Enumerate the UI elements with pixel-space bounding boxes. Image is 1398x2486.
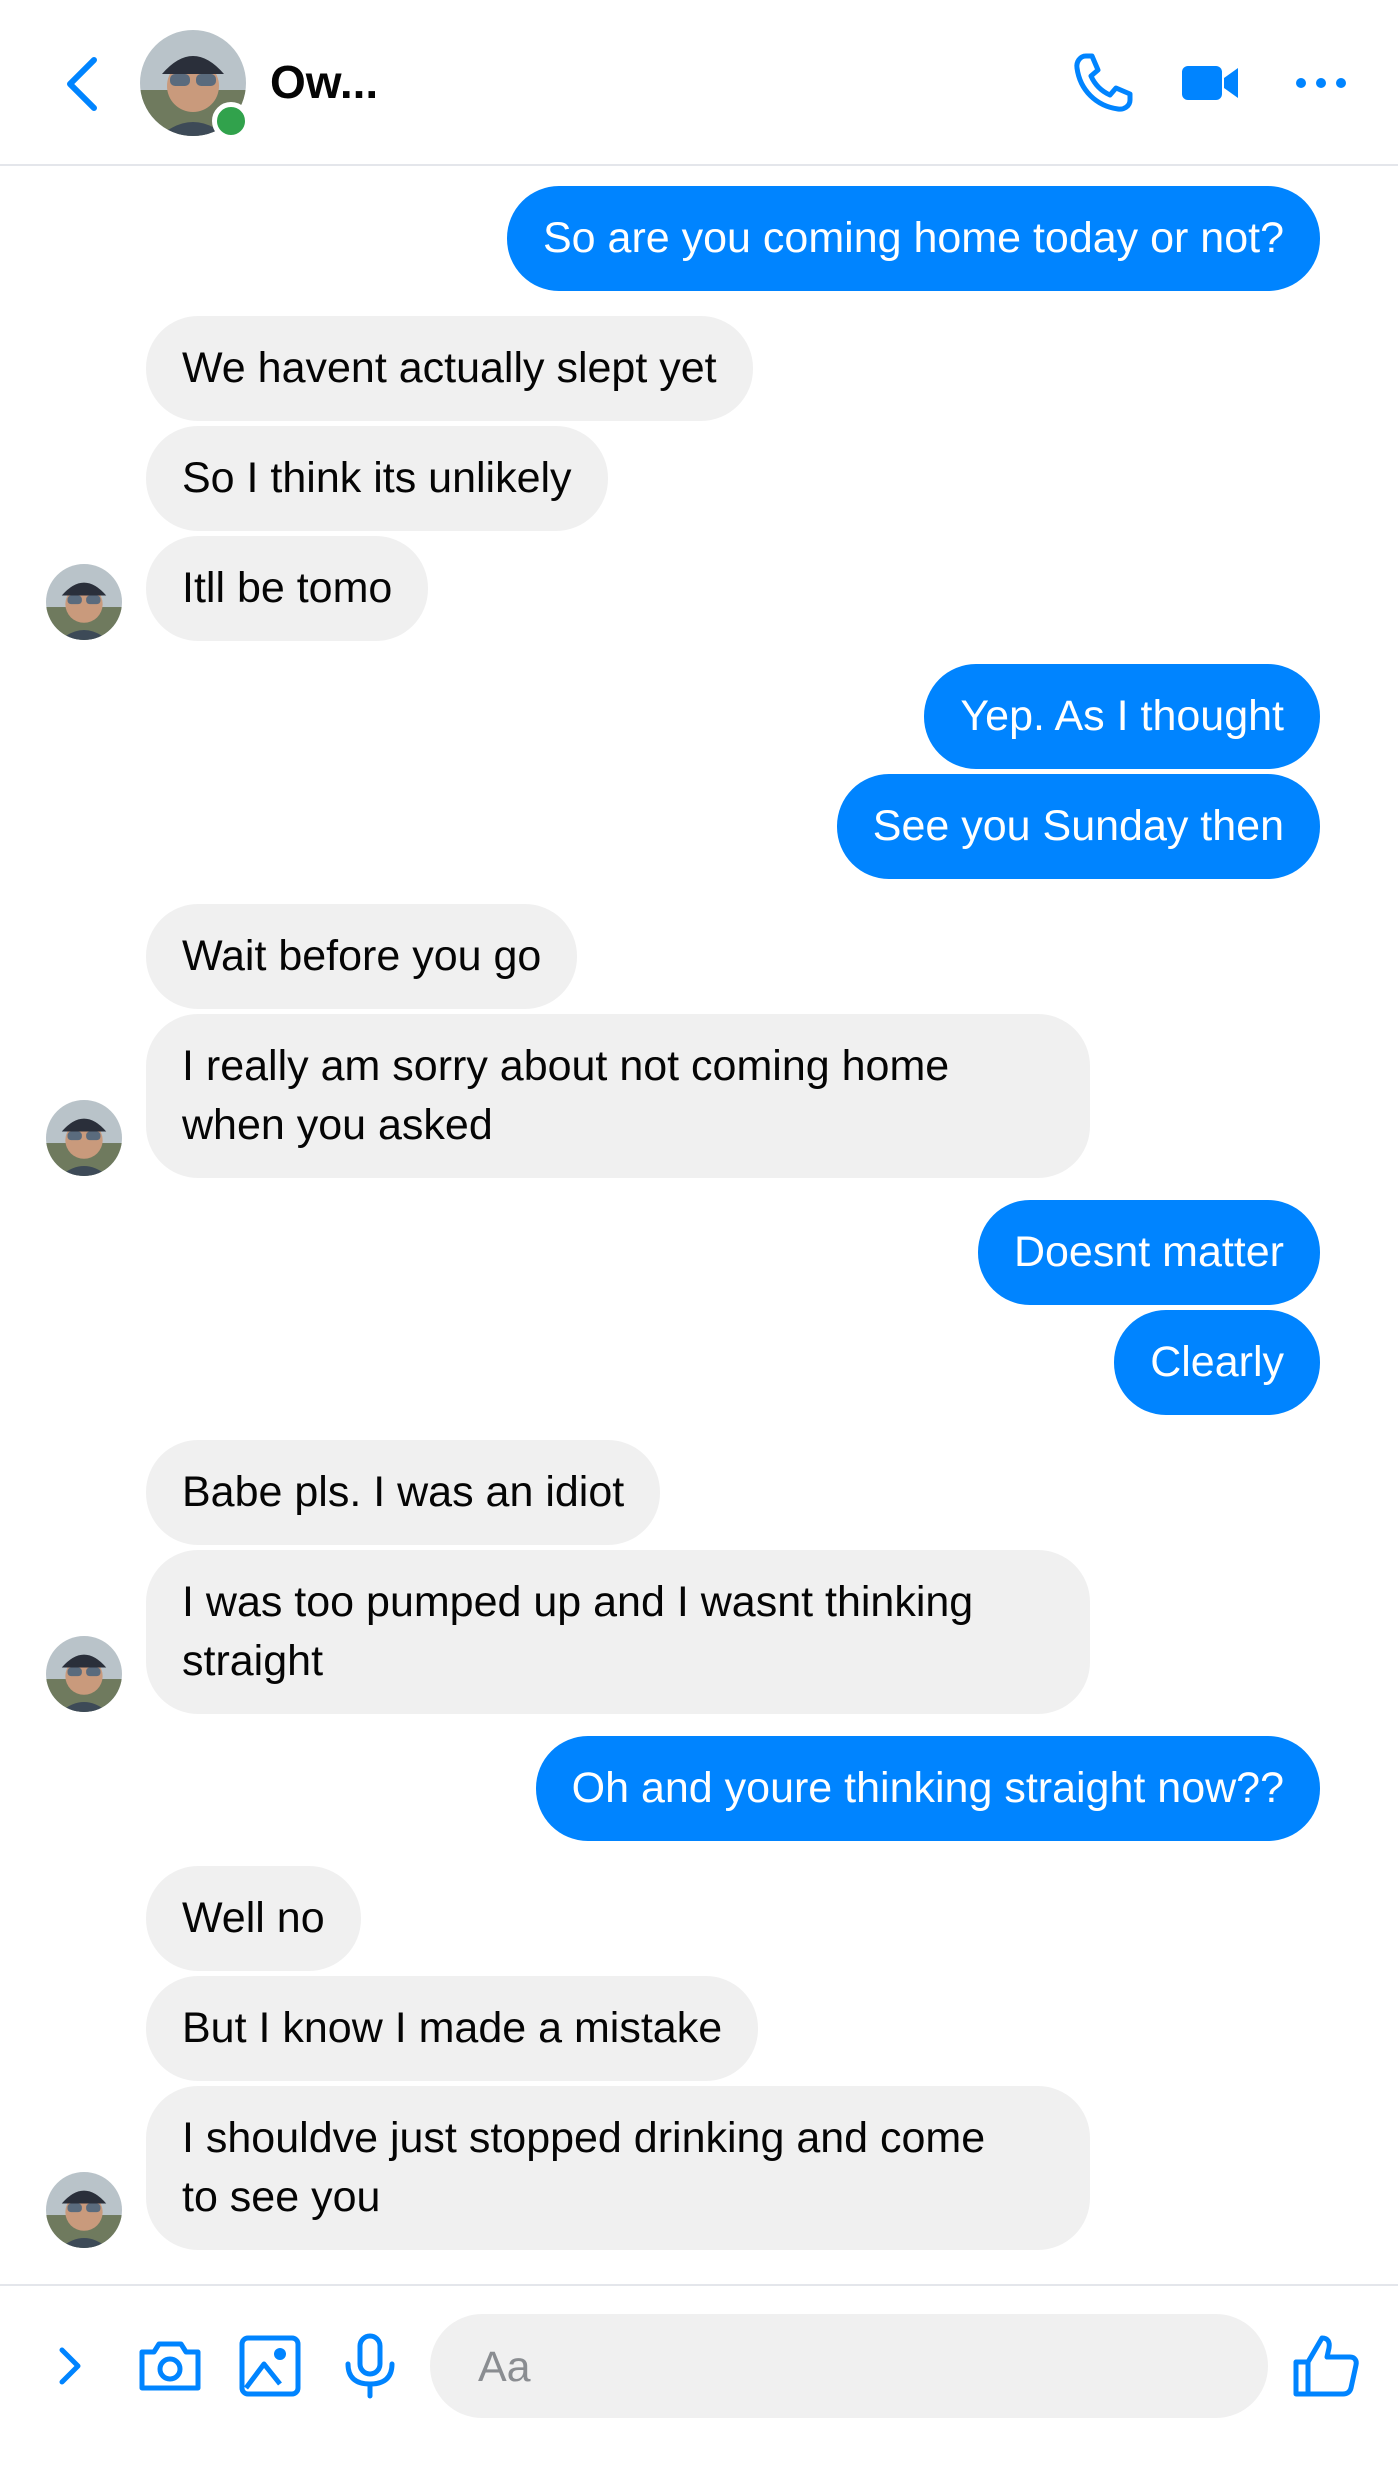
chevron-right-icon [59, 2347, 81, 2385]
like-button[interactable] [1290, 2330, 1362, 2402]
video-camera-icon [1182, 66, 1238, 100]
incoming-message[interactable]: Well no [146, 1866, 361, 1971]
outgoing-message[interactable]: Oh and youre thinking straight now?? [535, 1736, 1320, 1841]
more-icon [1296, 78, 1346, 88]
incoming-message[interactable]: But I know I made a mistake [146, 1976, 759, 2081]
expand-actions-button[interactable] [36, 2330, 108, 2402]
message-thread[interactable]: So are you coming home today or not? We … [0, 166, 1398, 2276]
camera-button[interactable] [134, 2330, 206, 2402]
outgoing-message[interactable]: See you Sunday then [836, 774, 1320, 879]
voice-message-button[interactable] [334, 2330, 406, 2402]
incoming-message[interactable]: I really am sorry about not coming home … [146, 1014, 1090, 1178]
message-composer [0, 2284, 1398, 2486]
incoming-message[interactable]: So I think its unlikely [146, 426, 608, 531]
incoming-message[interactable]: I was too pumped up and I wasnt thinking… [146, 1550, 1090, 1714]
incoming-message[interactable]: We havent actually slept yet [146, 316, 753, 421]
outgoing-message[interactable]: So are you coming home today or not? [507, 186, 1320, 291]
camera-icon [139, 2341, 201, 2391]
message-input-container[interactable] [430, 2314, 1272, 2420]
thumbs-up-icon [1293, 2335, 1359, 2397]
phone-icon [1074, 53, 1133, 112]
more-options-button[interactable] [1286, 48, 1356, 118]
outgoing-message[interactable]: Yep. As I thought [924, 664, 1320, 769]
sender-avatar[interactable] [46, 564, 122, 640]
outgoing-message[interactable]: Doesnt matter [977, 1200, 1320, 1305]
contact-name[interactable]: Ow... [270, 52, 378, 112]
message-input[interactable] [476, 2314, 1272, 2420]
sender-avatar[interactable] [46, 1636, 122, 1712]
gallery-button[interactable] [234, 2330, 306, 2402]
microphone-icon [345, 2333, 395, 2399]
sender-avatar[interactable] [46, 1100, 122, 1176]
back-button[interactable] [56, 52, 112, 116]
image-icon [239, 2335, 301, 2397]
online-status-indicator [212, 102, 250, 140]
chevron-left-icon [67, 57, 97, 111]
audio-call-button[interactable] [1068, 48, 1138, 118]
incoming-message[interactable]: I shouldve just stopped drinking and com… [146, 2086, 1090, 2250]
incoming-message[interactable]: Wait before you go [146, 904, 578, 1009]
incoming-message[interactable]: Itll be tomo [146, 536, 429, 641]
sender-avatar[interactable] [46, 2172, 122, 2248]
video-call-button[interactable] [1176, 48, 1246, 118]
incoming-message[interactable]: Babe pls. I was an idiot [146, 1440, 661, 1545]
chat-header: Ow... [0, 0, 1398, 166]
outgoing-message[interactable]: Clearly [1114, 1310, 1320, 1415]
